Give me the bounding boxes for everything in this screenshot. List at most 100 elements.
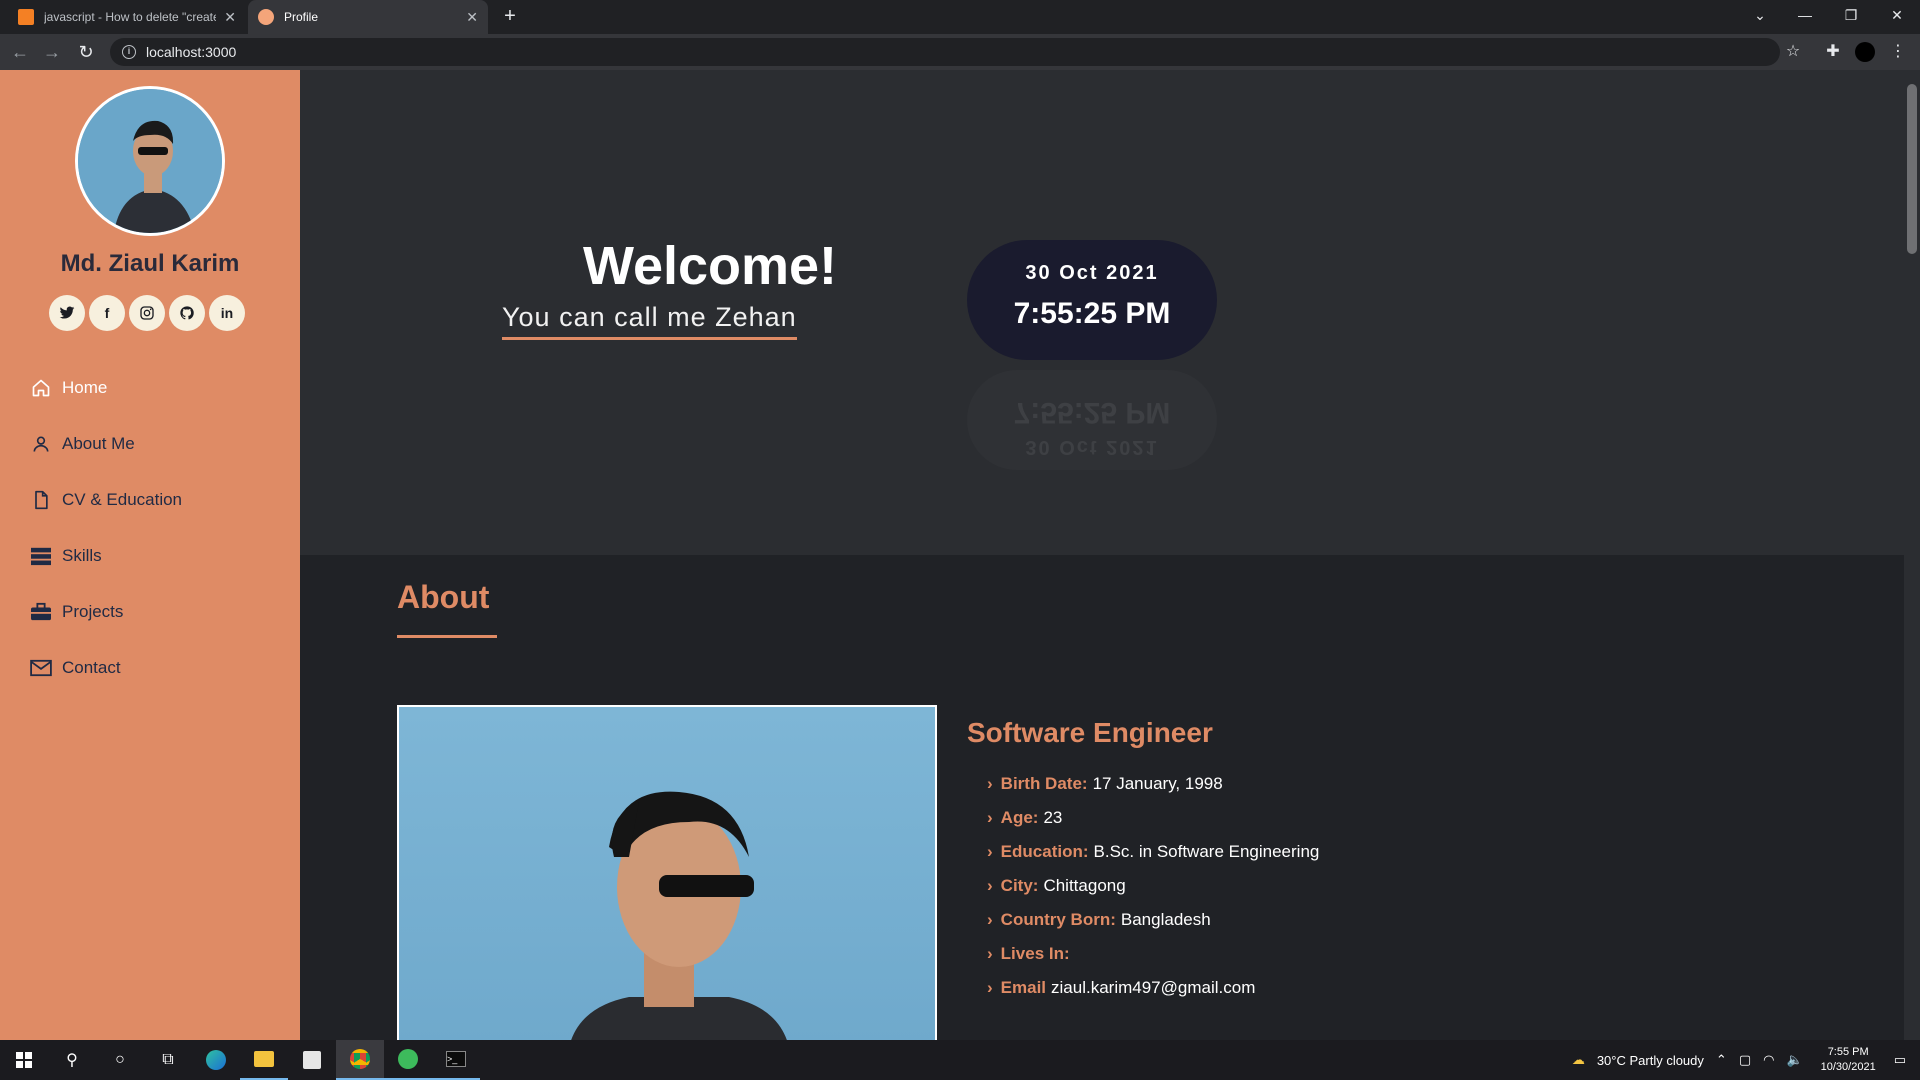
clock-reflection: 30 Oct 2021 7:55:25 PM (967, 370, 1217, 470)
store-icon[interactable] (288, 1040, 336, 1080)
wifi-icon[interactable]: ◠ (1763, 1052, 1774, 1068)
server-icon (30, 545, 52, 567)
new-tab-button[interactable]: + (498, 4, 522, 30)
page-scrollbar[interactable] (1904, 70, 1920, 1040)
extensions-icon[interactable]: ✚ (1821, 40, 1845, 64)
sidebar-item-label: Contact (62, 658, 121, 677)
avatar (75, 86, 225, 236)
social-links: f in (49, 295, 245, 331)
scrollbar-thumb[interactable] (1907, 84, 1917, 254)
reflection-time: 7:55:25 PM (1013, 396, 1171, 429)
about-section: About Software Engineer › Birth Date: 17 J… (300, 555, 1904, 1040)
cortana-icon[interactable]: ○ (96, 1040, 144, 1080)
fact-key: Lives In: (1000, 944, 1070, 963)
info-icon[interactable]: i (122, 45, 136, 59)
briefcase-icon (30, 601, 52, 623)
sidebar-item-label: Home (62, 378, 108, 397)
reflection-date: 30 Oct 2021 (1025, 436, 1159, 458)
list-item: › Birth Date: 17 January, 1998 (987, 767, 1319, 801)
sidebar-item-cv-education[interactable]: CV & Education (30, 472, 182, 528)
sidebar: Md. Ziaul Karim f in Home About Me CV & … (0, 70, 300, 1040)
home-icon (30, 377, 52, 399)
fact-key: Age: (1000, 808, 1039, 827)
fact-value: 23 (1043, 808, 1063, 827)
chrome-icon[interactable] (336, 1040, 384, 1080)
close-tab-icon[interactable]: ✕ (466, 9, 478, 26)
tab-search-icon[interactable]: ⌄ (1737, 0, 1783, 34)
taskbar: ⚲ ○ ⧉ >_ ☁ 30°C Partly cloudy ⌃ ▢ ◠ 🔈 7:… (0, 1040, 1920, 1080)
tab-title: javascript - How to delete "create (44, 10, 217, 24)
sidebar-nav: Home About Me CV & Education Skills Proj… (30, 360, 182, 696)
main-content: Welcome! You can call me Zehan 30 Oct 20… (300, 70, 1904, 1040)
fact-value: Chittagong (1043, 876, 1126, 895)
search-icon[interactable]: ⚲ (48, 1040, 96, 1080)
profile-avatar[interactable] (1853, 40, 1877, 64)
tab-profile[interactable]: Profile ✕ (248, 0, 488, 34)
twitter-icon[interactable] (49, 295, 85, 331)
instagram-icon[interactable] (129, 295, 165, 331)
fact-value: B.Sc. in Software Engineering (1093, 842, 1320, 861)
sidebar-item-projects[interactable]: Projects (30, 584, 182, 640)
sidebar-item-about-me[interactable]: About Me (30, 416, 182, 472)
github-icon[interactable] (169, 295, 205, 331)
fact-key: Birth Date: (1000, 774, 1088, 793)
list-item: › City: Chittagong (987, 869, 1319, 903)
back-icon[interactable]: ← (8, 40, 32, 64)
sidebar-item-label: Skills (62, 546, 102, 565)
chevron-right-icon: › (987, 944, 993, 963)
fact-value: Bangladesh (1120, 910, 1211, 929)
close-window-button[interactable]: ✕ (1874, 0, 1920, 34)
fact-value: 17 January, 1998 (1092, 774, 1223, 793)
reload-icon[interactable]: ↻ (74, 40, 98, 64)
linkedin-icon[interactable]: in (209, 295, 245, 331)
notification-icon[interactable]: ▭ (1894, 1052, 1906, 1068)
weather-icon[interactable]: ☁ (1572, 1052, 1585, 1068)
fact-key: Country Born: (1000, 910, 1116, 929)
star-icon[interactable]: ☆ (1781, 40, 1805, 64)
minimize-button[interactable]: — (1782, 0, 1828, 34)
sidebar-item-contact[interactable]: Contact (30, 640, 182, 696)
facebook-icon[interactable]: f (89, 295, 125, 331)
task-view-icon[interactable]: ⧉ (144, 1040, 192, 1080)
sidebar-item-skills[interactable]: Skills (30, 528, 182, 584)
fact-value: ziaul.karim497@gmail.com (1051, 978, 1256, 997)
volume-icon[interactable]: 🔈 (1786, 1052, 1802, 1068)
taskbar-date: 10/30/2021 (1820, 1061, 1876, 1073)
tab-javascript[interactable]: javascript - How to delete "create ✕ (8, 0, 246, 34)
restore-button[interactable]: ❐ (1828, 0, 1874, 34)
page-viewport: Md. Ziaul Karim f in Home About Me CV & … (0, 70, 1920, 1040)
app-icon[interactable] (384, 1040, 432, 1080)
chevron-right-icon: › (987, 978, 993, 997)
terminal-icon[interactable]: >_ (432, 1040, 480, 1080)
profile-photo (397, 705, 937, 1040)
list-item: › Age: 23 (987, 801, 1319, 835)
envelope-icon (30, 657, 52, 679)
sidebar-item-home[interactable]: Home (30, 360, 182, 416)
file-icon (30, 489, 52, 511)
address-bar[interactable]: i localhost:3000 (110, 38, 1780, 66)
fact-key: Education: (1000, 842, 1089, 861)
menu-icon[interactable]: ⋮ (1886, 40, 1910, 64)
welcome-heading: Welcome! (582, 236, 838, 296)
forward-icon[interactable]: → (40, 40, 64, 64)
chevron-right-icon: › (987, 876, 993, 895)
taskbar-clock[interactable]: 7:55 PM 10/30/2021 (1821, 1045, 1876, 1075)
tab-title: Profile (284, 10, 319, 24)
about-heading: About (397, 579, 490, 615)
sidebar-item-label: CV & Education (62, 490, 183, 509)
windows-start-icon[interactable] (0, 1040, 48, 1080)
hero-section: Welcome! You can call me Zehan 30 Oct 20… (300, 70, 1904, 555)
chevron-right-icon: › (987, 910, 993, 929)
edge-icon[interactable] (192, 1040, 240, 1080)
device-icon[interactable]: ▢ (1739, 1052, 1751, 1068)
file-explorer-icon[interactable] (240, 1040, 288, 1080)
close-tab-icon[interactable]: ✕ (224, 9, 236, 26)
browser-toolbar: ← → ↻ i localhost:3000 ☆ ✚ ⋮ (0, 34, 1920, 70)
weather-text[interactable]: 30°C Partly cloudy (1597, 1053, 1704, 1068)
role-title: Software Engineer (967, 717, 1213, 748)
sidebar-item-label: Projects (62, 602, 124, 621)
list-item: › Email ziaul.karim497@gmail.com (987, 971, 1319, 1005)
system-tray: ☁ 30°C Partly cloudy ⌃ ▢ ◠ 🔈 7:55 PM 10/… (1566, 1040, 1920, 1080)
subtitle: You can call me Zehan (502, 302, 797, 340)
chevron-up-icon[interactable]: ⌃ (1716, 1052, 1727, 1068)
